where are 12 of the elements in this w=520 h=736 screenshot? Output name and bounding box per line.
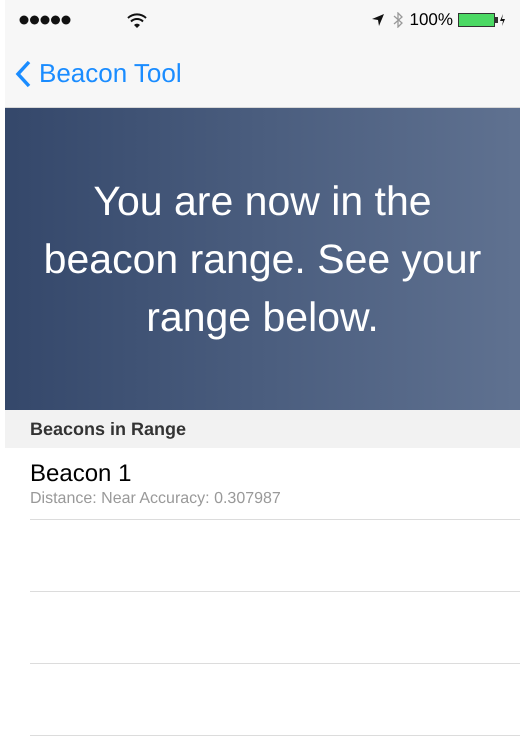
bluetooth-icon: [392, 12, 403, 28]
back-button[interactable]: Beacon Tool: [15, 54, 182, 93]
beacon-detail: Distance: Near Accuracy: 0.307987: [30, 488, 282, 508]
signal-icon: [19, 15, 71, 25]
section-title: Beacons in Range: [30, 418, 186, 441]
wifi-icon: [127, 12, 147, 28]
battery-icon: [458, 13, 506, 27]
chevron-left-icon: [15, 60, 31, 88]
beacon-name: Beacon 1: [30, 458, 132, 488]
location-arrow-icon: [370, 13, 385, 27]
banner-message: You are now in the beacon range. See your range below.: [42, 177, 482, 342]
battery-percentage: 100%: [410, 9, 453, 32]
